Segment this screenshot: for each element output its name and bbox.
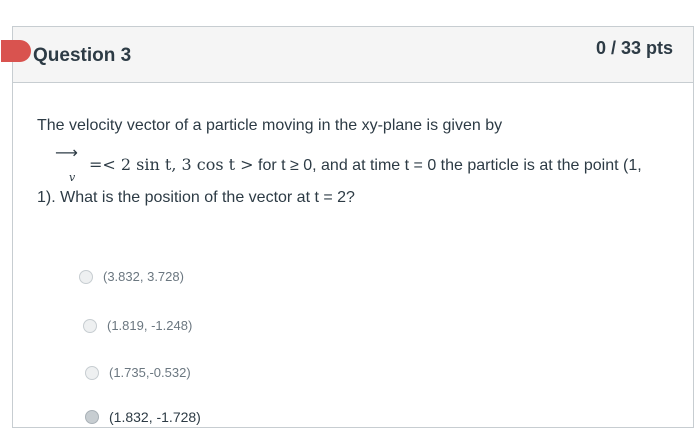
- radio-button[interactable]: [79, 269, 93, 284]
- radio-button[interactable]: [85, 365, 99, 380]
- vector-symbol: v: [69, 171, 76, 184]
- question-text-line3: 1). What is the position of the vector a…: [37, 189, 355, 206]
- answer-label: (3.832, 3.728): [103, 269, 184, 284]
- answer-label: (1.735,-0.532): [109, 365, 191, 380]
- vector-arrow-icon: ⟶: [55, 145, 78, 162]
- question-header: Question 3 0 / 33 pts: [1, 27, 693, 83]
- vector-notation: ⟶ v: [55, 143, 89, 184]
- question-card: Question 3 0 / 33 pts The velocity vecto…: [1, 26, 694, 428]
- answer-label: (1.832, -1.728): [109, 409, 201, 425]
- question-body: The velocity vector of a particle moving…: [13, 83, 693, 427]
- incorrect-flag-icon: [1, 40, 31, 62]
- question-points: 0 / 33 pts: [595, 38, 673, 58]
- question-text-line2-rest: for t ≥ 0, and at time t = 0 the particl…: [253, 157, 642, 174]
- question-title: Question 3: [33, 45, 132, 66]
- radio-button-selected[interactable]: [85, 410, 99, 424]
- vector-expression: =< 2 sin t, 3 cos t >: [89, 155, 254, 174]
- answer-option-selected[interactable]: (1.832, -1.728): [85, 409, 201, 425]
- answer-option[interactable]: (1.735,-0.532): [85, 365, 191, 380]
- answer-option[interactable]: (3.832, 3.728): [79, 269, 184, 284]
- answer-option[interactable]: (1.819, -1.248): [83, 318, 192, 333]
- answer-label: (1.819, -1.248): [107, 318, 193, 333]
- question-text-line2: =< 2 sin t, 3 cos t > for t ≥ 0, and at …: [89, 155, 642, 175]
- question-text-line1: The velocity vector of a particle moving…: [37, 117, 503, 134]
- radio-button[interactable]: [83, 318, 97, 333]
